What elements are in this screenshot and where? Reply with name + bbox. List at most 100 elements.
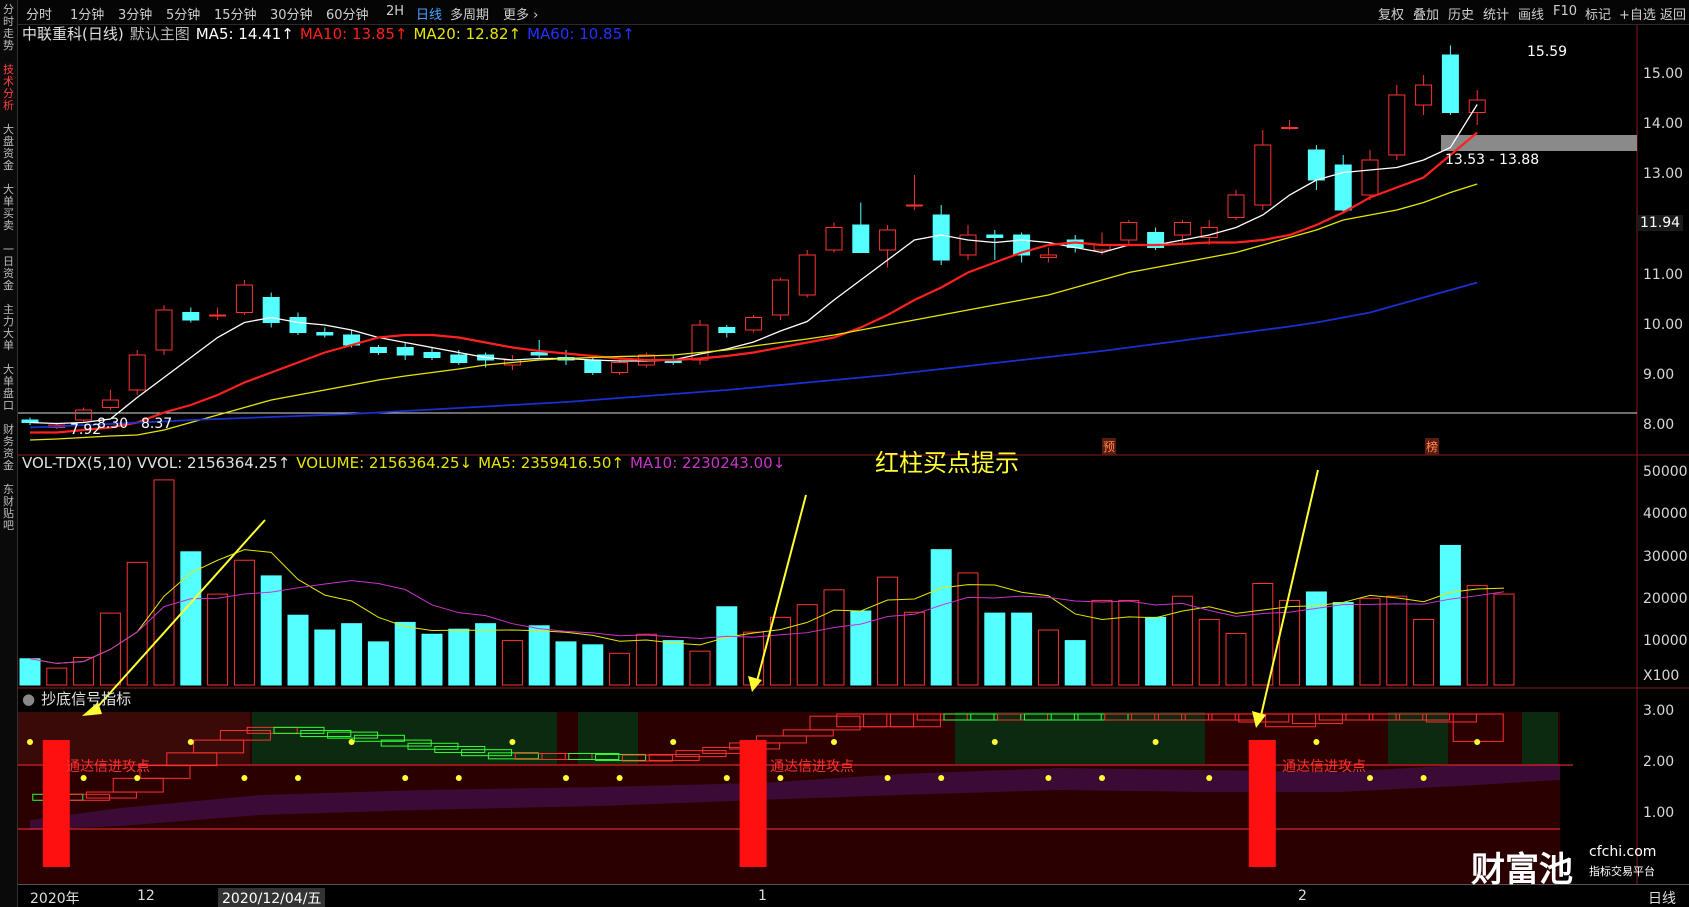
volume-bar xyxy=(1091,599,1113,686)
buy-signal-column xyxy=(1248,740,1276,867)
volume-bar xyxy=(287,614,309,686)
candle-body xyxy=(155,309,173,351)
indicator-dot xyxy=(616,775,623,781)
volume-bar xyxy=(1118,599,1140,686)
stock-chart-window: 分时 1分钟 3分钟 5分钟 15分钟 30分钟 60分钟 2H 日线 多周期 … xyxy=(0,0,1689,907)
event-marker[interactable]: 预 xyxy=(1102,438,1117,455)
volume-bar xyxy=(1064,640,1086,686)
date-label: 1 xyxy=(758,888,767,904)
main-chart-title: 中联重科(日线) 默认主图 MA5: 14.41↑ MA10: 13.85↑ MA20:… xyxy=(22,23,641,44)
indicator-dot xyxy=(1206,775,1213,781)
volume-bar xyxy=(394,621,416,686)
indicator-dot xyxy=(509,739,516,745)
crosshair-date: 2020/12/04/五 xyxy=(218,888,326,907)
indicator-dot-icon[interactable]: ● xyxy=(22,690,35,708)
date-label: 12 xyxy=(137,888,155,904)
candle-body xyxy=(1361,159,1379,196)
candle-body xyxy=(1468,99,1486,113)
candle-body xyxy=(423,352,441,358)
indicator-dot xyxy=(187,739,194,745)
candle-body xyxy=(1173,222,1191,236)
volume-bar xyxy=(233,559,255,686)
volume-bar xyxy=(1252,583,1274,686)
stock-name[interactable]: 中联重科(日线) xyxy=(22,25,124,43)
volume-bar xyxy=(930,549,952,686)
candle-body xyxy=(1254,144,1272,206)
volume-bar xyxy=(1359,597,1381,686)
volume-bar xyxy=(743,631,765,686)
price-tick: 13.00 xyxy=(1643,166,1684,182)
volume-bar xyxy=(609,652,631,686)
volume-unit: X100 xyxy=(1643,668,1680,684)
volume-title: VOL-TDX(5,10) VVOL: 2156364.25↑ VOLUME: 2… xyxy=(22,454,791,472)
indicator-dot xyxy=(1152,739,1159,745)
price-tick: 14.00 xyxy=(1643,116,1684,132)
price-tick: 15.00 xyxy=(1643,66,1684,82)
watermark-logo: 财富池 cfchi.com 指标交易平台 xyxy=(1471,840,1671,890)
volume-bar xyxy=(1145,616,1167,686)
volume-bar xyxy=(528,625,550,686)
current-price-badge: 11.94 xyxy=(1637,215,1684,231)
vol-indicator-name[interactable]: VOL-TDX(5,10) VVOL: 2156364.25↑ xyxy=(22,454,290,472)
candle-body xyxy=(396,347,414,356)
candle-body xyxy=(986,234,1004,238)
event-marker[interactable]: 榜 xyxy=(1425,438,1440,455)
ma60-value: MA60: 10.85↑ xyxy=(527,25,635,43)
ma-line-ma60 xyxy=(29,281,1478,429)
candle-body xyxy=(209,314,227,317)
volume-bar xyxy=(689,650,711,686)
candle-body xyxy=(316,332,334,336)
date-label: 2020年 xyxy=(30,891,80,907)
vol-ma10-value: MA10: 2230243.00↓ xyxy=(629,454,786,472)
candle-body xyxy=(1120,222,1138,241)
indicator-dot xyxy=(938,775,945,781)
volume-bar xyxy=(1493,593,1515,686)
moving-average-lines xyxy=(29,104,1478,441)
volume-bar xyxy=(716,606,738,686)
indicator-dot xyxy=(27,739,33,745)
volume-bar xyxy=(19,658,41,686)
volume-bar xyxy=(635,633,657,686)
candle-body xyxy=(75,409,93,421)
indicator-dot xyxy=(884,775,891,781)
volume-bar xyxy=(1011,612,1033,686)
indicator-dot xyxy=(1474,739,1481,745)
candle-body xyxy=(825,227,843,251)
candle-body xyxy=(450,354,468,363)
candle-body xyxy=(879,229,897,251)
high-price-label: 15.59 xyxy=(1527,44,1568,60)
indicator-name[interactable]: 抄底信号指标 xyxy=(41,690,131,708)
volume-bar xyxy=(877,576,899,686)
volume-tick: 10000 xyxy=(1643,633,1688,649)
indicator-dot xyxy=(348,739,355,745)
volume-bar xyxy=(501,640,523,686)
volume-bar xyxy=(367,641,389,686)
candle-body xyxy=(1227,194,1245,218)
date-axis: 2020年 12 2020/12/04/五 1 2 日线 xyxy=(18,884,1689,907)
indicator-dot xyxy=(402,775,409,781)
price-tick: 8.00 xyxy=(1643,417,1675,433)
volume-bars xyxy=(19,479,1515,686)
watermark-brand: 财富池 xyxy=(1471,850,1573,890)
signal-label: 通达信进攻点 xyxy=(66,759,150,775)
volume-bar xyxy=(555,641,577,686)
volume-bar xyxy=(823,589,845,686)
candle-body xyxy=(289,317,307,333)
candle-body xyxy=(932,214,950,261)
volume-bar xyxy=(1279,599,1301,686)
date-label: 2 xyxy=(1298,888,1307,904)
period-label[interactable]: 日线 xyxy=(1648,888,1676,907)
volume-bar xyxy=(126,561,148,686)
candle-body xyxy=(1415,84,1433,106)
volume-bar xyxy=(1198,618,1220,686)
candle-body xyxy=(182,312,200,321)
ma5-value: MA5: 14.41↑ xyxy=(195,25,294,43)
price-tick: 9.00 xyxy=(1643,367,1675,383)
indicator-dot xyxy=(295,775,301,781)
candle-body xyxy=(128,354,146,391)
volume-bar xyxy=(957,572,979,686)
template-name[interactable]: 默认主图 xyxy=(130,25,190,43)
indicator-dot xyxy=(1367,775,1373,781)
low-price-label: 8.30 xyxy=(97,416,129,432)
low-price-label: 8.37 xyxy=(141,416,173,432)
